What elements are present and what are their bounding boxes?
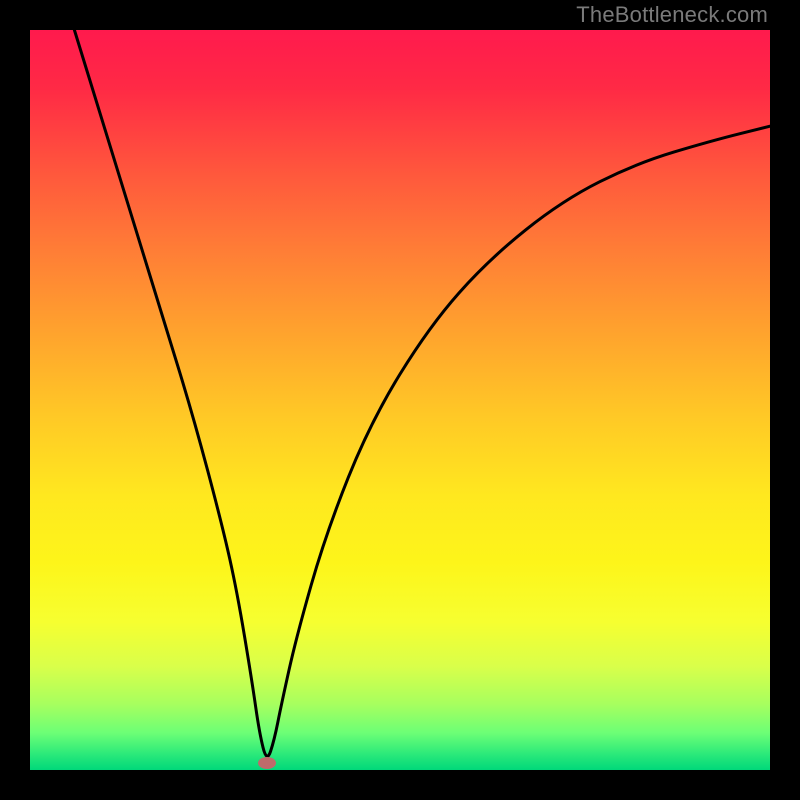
bottleneck-curve (30, 30, 770, 770)
chart-container: TheBottleneck.com (0, 0, 800, 800)
minimum-marker (258, 757, 276, 769)
plot-area (30, 30, 770, 770)
watermark-text: TheBottleneck.com (576, 2, 768, 28)
